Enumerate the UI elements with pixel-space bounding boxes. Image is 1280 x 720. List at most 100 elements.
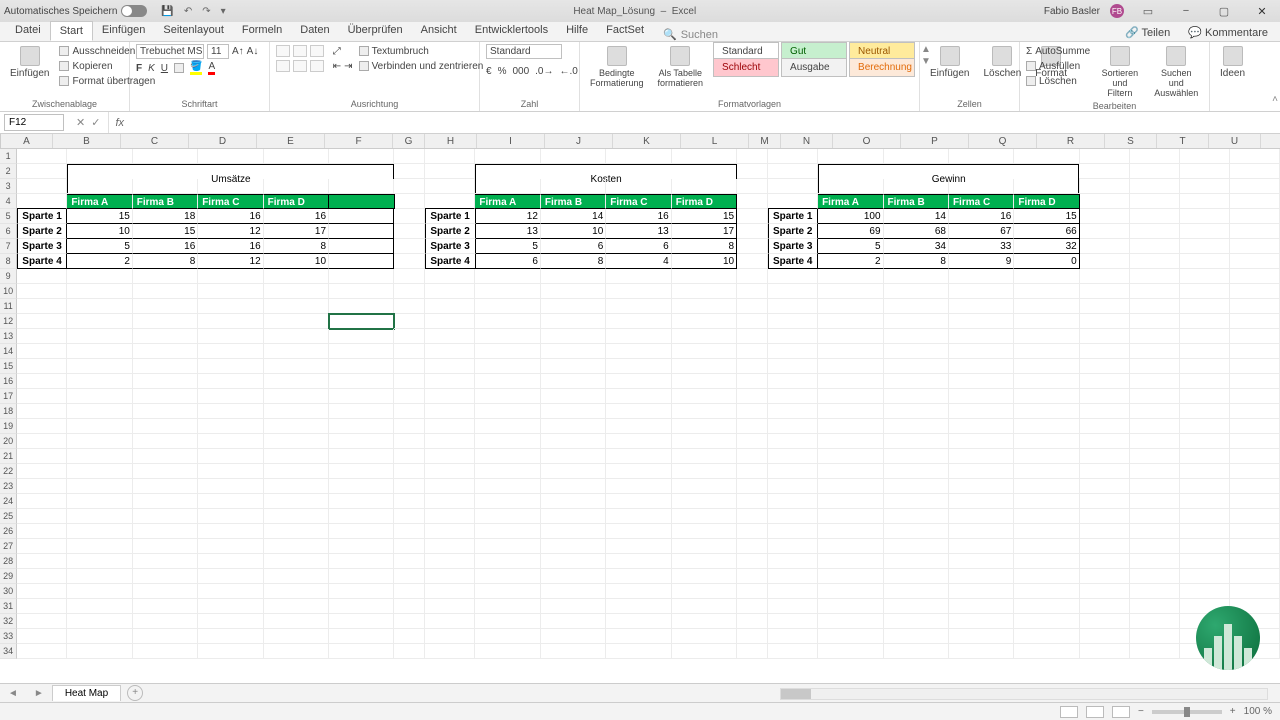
- data-cell[interactable]: 12: [476, 209, 541, 224]
- cell[interactable]: [329, 434, 394, 449]
- cell[interactable]: [17, 404, 67, 419]
- cell[interactable]: [541, 494, 606, 509]
- cell[interactable]: [672, 179, 737, 194]
- row-header[interactable]: 9: [0, 269, 17, 284]
- cell[interactable]: [818, 344, 883, 359]
- data-cell[interactable]: 9: [949, 254, 1014, 269]
- data-cell[interactable]: 16: [133, 239, 198, 254]
- cell[interactable]: [737, 374, 768, 389]
- cell[interactable]: [395, 194, 426, 209]
- cell[interactable]: [768, 539, 818, 554]
- cell[interactable]: [264, 329, 329, 344]
- cell[interactable]: [17, 374, 67, 389]
- cell[interactable]: [198, 539, 263, 554]
- cell[interactable]: [672, 389, 737, 404]
- cell[interactable]: [1180, 584, 1230, 599]
- row-header[interactable]: 23: [0, 479, 17, 494]
- cell[interactable]: [329, 359, 394, 374]
- cell[interactable]: [818, 179, 883, 194]
- cell[interactable]: [133, 389, 198, 404]
- cell[interactable]: [1230, 389, 1280, 404]
- cell[interactable]: [949, 374, 1014, 389]
- data-cell[interactable]: 6: [606, 239, 671, 254]
- style-berechnung[interactable]: Berechnung: [849, 58, 915, 77]
- cell[interactable]: [541, 509, 606, 524]
- data-cell[interactable]: 18: [133, 209, 198, 224]
- row-header[interactable]: 13: [0, 329, 17, 344]
- cell[interactable]: [198, 554, 263, 569]
- selected-cell[interactable]: [329, 314, 394, 329]
- cell[interactable]: [475, 269, 540, 284]
- cell[interactable]: [329, 344, 394, 359]
- align-center-icon[interactable]: [293, 60, 307, 72]
- cell[interactable]: [884, 494, 949, 509]
- cell[interactable]: [198, 464, 263, 479]
- data-cell[interactable]: 67: [949, 224, 1014, 239]
- cell[interactable]: [541, 629, 606, 644]
- cell[interactable]: [768, 269, 818, 284]
- column-header[interactable]: J: [545, 134, 613, 148]
- cell[interactable]: [198, 359, 263, 374]
- cell[interactable]: [329, 524, 394, 539]
- data-cell[interactable]: 2: [67, 254, 132, 269]
- cell[interactable]: [394, 539, 425, 554]
- cell[interactable]: [606, 359, 671, 374]
- row-label[interactable]: Sparte 4: [17, 254, 67, 269]
- cell[interactable]: [541, 584, 606, 599]
- cell[interactable]: [394, 389, 425, 404]
- cell[interactable]: [1080, 569, 1130, 584]
- cell[interactable]: [1080, 329, 1130, 344]
- autosum-button[interactable]: ΣAutoSumme: [1026, 44, 1090, 58]
- row-label[interactable]: Sparte 2: [17, 224, 67, 239]
- cell[interactable]: [17, 164, 67, 179]
- cell[interactable]: [1230, 359, 1280, 374]
- cell[interactable]: [1230, 449, 1280, 464]
- cell[interactable]: [1230, 269, 1280, 284]
- cell[interactable]: [737, 179, 768, 194]
- cell[interactable]: [67, 629, 132, 644]
- cell[interactable]: [672, 269, 737, 284]
- cell[interactable]: [1130, 509, 1180, 524]
- cell[interactable]: [1014, 644, 1079, 659]
- cell[interactable]: [329, 584, 394, 599]
- cell[interactable]: [264, 524, 329, 539]
- data-cell[interactable]: 66: [1014, 224, 1079, 239]
- cell[interactable]: [198, 569, 263, 584]
- cell[interactable]: [133, 524, 198, 539]
- cell[interactable]: [475, 539, 540, 554]
- italic-button[interactable]: K: [148, 63, 155, 74]
- cell[interactable]: [672, 629, 737, 644]
- cell[interactable]: [1014, 344, 1079, 359]
- cell[interactable]: [541, 524, 606, 539]
- cell[interactable]: [1180, 194, 1230, 209]
- cell[interactable]: [1080, 239, 1130, 254]
- cell[interactable]: [425, 299, 475, 314]
- cell[interactable]: [425, 464, 475, 479]
- row-header[interactable]: 33: [0, 629, 17, 644]
- cell[interactable]: [672, 464, 737, 479]
- find-select-button[interactable]: Suchen und Auswählen: [1150, 44, 1203, 100]
- cell[interactable]: [672, 644, 737, 659]
- cell[interactable]: [475, 389, 540, 404]
- cell[interactable]: [394, 164, 425, 179]
- cell[interactable]: [1130, 614, 1180, 629]
- cell[interactable]: [1014, 464, 1079, 479]
- cell[interactable]: [672, 329, 737, 344]
- cell[interactable]: [1080, 299, 1130, 314]
- cell[interactable]: [884, 539, 949, 554]
- cell[interactable]: [329, 554, 394, 569]
- close-icon[interactable]: ✕: [1248, 5, 1276, 18]
- col-header[interactable]: Firma B: [541, 194, 606, 209]
- cell[interactable]: [1230, 344, 1280, 359]
- cell[interactable]: [1180, 539, 1230, 554]
- data-cell[interactable]: 5: [476, 239, 541, 254]
- cell[interactable]: [1130, 149, 1180, 164]
- cell[interactable]: [884, 524, 949, 539]
- cell[interactable]: [606, 599, 671, 614]
- cell[interactable]: [329, 419, 394, 434]
- align-middle-icon[interactable]: [293, 45, 307, 57]
- cell[interactable]: [1180, 344, 1230, 359]
- cell[interactable]: [1130, 284, 1180, 299]
- ribbon-tab-hilfe[interactable]: Hilfe: [557, 21, 597, 41]
- cell[interactable]: [17, 269, 67, 284]
